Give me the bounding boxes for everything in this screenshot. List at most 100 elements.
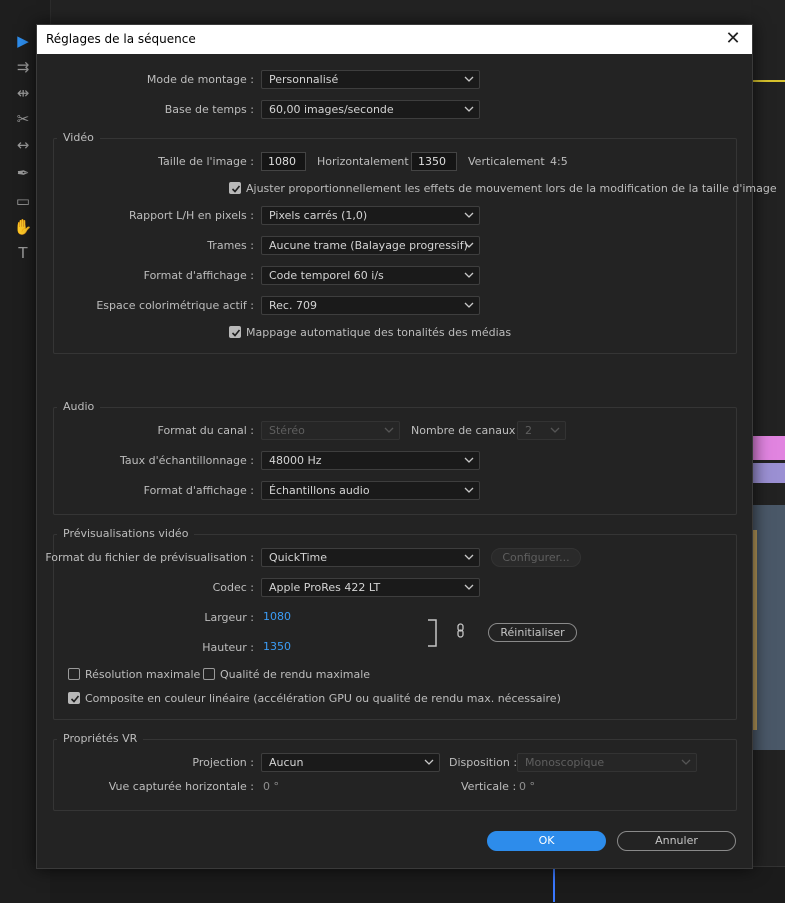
v-fov-value: 0 ° bbox=[519, 780, 535, 793]
playhead[interactable] bbox=[553, 866, 555, 902]
timeline-ruler bbox=[50, 866, 785, 903]
projection-select[interactable]: Aucun bbox=[261, 753, 440, 772]
chevron-down-icon bbox=[464, 212, 474, 218]
pixel-aspect-select[interactable]: Pixels carrés (1,0) bbox=[261, 206, 480, 225]
sample-rate-value: 48000 Hz bbox=[269, 454, 322, 467]
chevron-down-icon bbox=[681, 759, 691, 765]
preview-height-value[interactable]: 1350 bbox=[263, 640, 291, 653]
audio-display-format-value: Échantillons audio bbox=[269, 484, 370, 497]
checkmark-icon bbox=[231, 185, 241, 193]
timeline-clip[interactable] bbox=[751, 436, 785, 460]
tone-map-checkbox[interactable] bbox=[229, 326, 241, 338]
selection-tool-icon[interactable]: ▶ bbox=[12, 30, 34, 52]
bracket-icon bbox=[428, 619, 437, 647]
preview-width-label: Largeur : bbox=[204, 611, 254, 624]
video-display-format-select[interactable]: Code temporel 60 i/s bbox=[261, 266, 480, 285]
chevron-down-icon bbox=[464, 272, 474, 278]
chevron-down-icon bbox=[464, 106, 474, 112]
max-bit-depth-checkbox[interactable] bbox=[68, 668, 80, 680]
num-channels-label: Nombre de canaux : bbox=[411, 424, 523, 437]
chevron-down-icon bbox=[464, 584, 474, 590]
channel-format-value: Stéréo bbox=[269, 424, 305, 437]
ok-button[interactable]: OK bbox=[487, 831, 606, 851]
v-fov-label: Verticale : bbox=[461, 780, 517, 793]
scale-effects-checkbox[interactable] bbox=[229, 182, 241, 194]
editing-mode-label: Mode de montage : bbox=[146, 73, 254, 86]
timeline-work-area bbox=[751, 80, 785, 82]
num-channels-select[interactable]: 2 bbox=[517, 421, 566, 440]
dialog-titlebar: Réglages de la séquence ✕ bbox=[37, 25, 752, 54]
audio-display-format-select[interactable]: Échantillons audio bbox=[261, 481, 480, 500]
h-fov-label: Vue capturée horizontale : bbox=[108, 780, 254, 793]
track-select-tool-icon[interactable]: ⇉ bbox=[12, 56, 34, 78]
max-render-quality-checkbox[interactable] bbox=[203, 668, 215, 680]
dialog-title: Réglages de la séquence bbox=[46, 32, 196, 46]
h-fov-value: 0 ° bbox=[263, 780, 279, 793]
preview-format-select[interactable]: QuickTime bbox=[261, 548, 480, 567]
timeline-clip[interactable] bbox=[751, 463, 785, 483]
pixel-aspect-value: Pixels carrés (1,0) bbox=[269, 209, 368, 222]
max-bit-depth-label: Résolution maximale bbox=[85, 668, 201, 681]
timebase-label: Base de temps : bbox=[164, 103, 254, 116]
pen-tool-icon[interactable]: ✒ bbox=[12, 162, 34, 184]
sequence-settings-dialog: Réglages de la séquence ✕ Mode de montag… bbox=[36, 24, 777, 869]
chevron-down-icon bbox=[550, 427, 560, 433]
frame-width-input[interactable]: 1080 bbox=[261, 152, 306, 171]
type-tool-icon[interactable]: T bbox=[12, 242, 34, 264]
rectangle-tool-icon[interactable]: ▭ bbox=[12, 190, 34, 212]
editing-mode-select[interactable]: Personnalisé bbox=[261, 70, 480, 89]
layout-select[interactable]: Monoscopique bbox=[517, 753, 697, 772]
timebase-value: 60,00 images/seconde bbox=[269, 103, 394, 116]
layout-label: Disposition : bbox=[449, 756, 518, 769]
chevron-down-icon bbox=[384, 427, 394, 433]
vertical-label: Verticalement bbox=[468, 155, 545, 168]
close-icon[interactable]: ✕ bbox=[722, 27, 744, 51]
hand-tool-icon[interactable]: ✋ bbox=[12, 216, 34, 238]
codec-value: Apple ProRes 422 LT bbox=[269, 581, 381, 594]
preview-width-value[interactable]: 1080 bbox=[263, 610, 291, 623]
working-color-value: Rec. 709 bbox=[269, 299, 317, 312]
video-display-format-value: Code temporel 60 i/s bbox=[269, 269, 384, 282]
vr-group bbox=[53, 739, 737, 811]
audio-display-format-label: Format d'affichage : bbox=[143, 484, 254, 497]
fields-value: Aucune trame (Balayage progressif) bbox=[269, 239, 468, 252]
channel-format-label: Format du canal : bbox=[157, 424, 254, 437]
chevron-down-icon bbox=[464, 554, 474, 560]
razor-tool-icon[interactable]: ✂ bbox=[12, 108, 34, 130]
fields-select[interactable]: Aucune trame (Balayage progressif) bbox=[261, 236, 480, 255]
scale-effects-label: Ajuster proportionnellement les effets d… bbox=[246, 182, 777, 195]
timebase-select[interactable]: 60,00 images/seconde bbox=[261, 100, 480, 119]
sample-rate-select[interactable]: 48000 Hz bbox=[261, 451, 480, 470]
frame-height-input[interactable]: 1350 bbox=[411, 152, 457, 171]
vr-group-title: Propriétés VR bbox=[57, 732, 144, 745]
sample-rate-label: Taux d'échantillonnage : bbox=[120, 454, 254, 467]
link-icon[interactable] bbox=[455, 623, 467, 639]
editing-mode-value: Personnalisé bbox=[269, 73, 339, 86]
max-render-quality-label: Qualité de rendu maximale bbox=[220, 668, 371, 681]
reset-button[interactable]: Réinitialiser bbox=[488, 623, 577, 642]
chevron-down-icon bbox=[424, 759, 434, 765]
aspect-ratio-value: 4:5 bbox=[550, 155, 568, 168]
ripple-edit-tool-icon[interactable]: ⇹ bbox=[12, 82, 34, 104]
working-color-select[interactable]: Rec. 709 bbox=[261, 296, 480, 315]
preview-format-label: Format du fichier de prévisualisation : bbox=[45, 551, 254, 564]
fields-label: Trames : bbox=[207, 239, 254, 252]
slip-tool-icon[interactable]: ↔ bbox=[12, 134, 34, 156]
horizontal-label: Horizontalement bbox=[317, 155, 409, 168]
channel-format-select[interactable]: Stéréo bbox=[261, 421, 400, 440]
cancel-button[interactable]: Annuler bbox=[617, 831, 736, 851]
preview-format-value: QuickTime bbox=[269, 551, 328, 564]
codec-label: Codec : bbox=[212, 581, 254, 594]
preview-height-label: Hauteur : bbox=[202, 641, 254, 654]
chevron-down-icon bbox=[464, 242, 474, 248]
codec-select[interactable]: Apple ProRes 422 LT bbox=[261, 578, 480, 597]
chevron-down-icon bbox=[464, 302, 474, 308]
chevron-down-icon bbox=[464, 76, 474, 82]
linear-color-checkbox[interactable] bbox=[68, 692, 80, 704]
configure-button[interactable]: Configurer... bbox=[491, 548, 581, 567]
working-color-label: Espace colorimétrique actif : bbox=[96, 299, 254, 312]
pixel-aspect-label: Rapport L/H en pixels : bbox=[129, 209, 254, 222]
tone-map-label: Mappage automatique des tonalités des mé… bbox=[246, 326, 512, 339]
video-group-title: Vidéo bbox=[57, 131, 100, 144]
linear-color-label: Composite en couleur linéaire (accélérat… bbox=[85, 692, 561, 705]
